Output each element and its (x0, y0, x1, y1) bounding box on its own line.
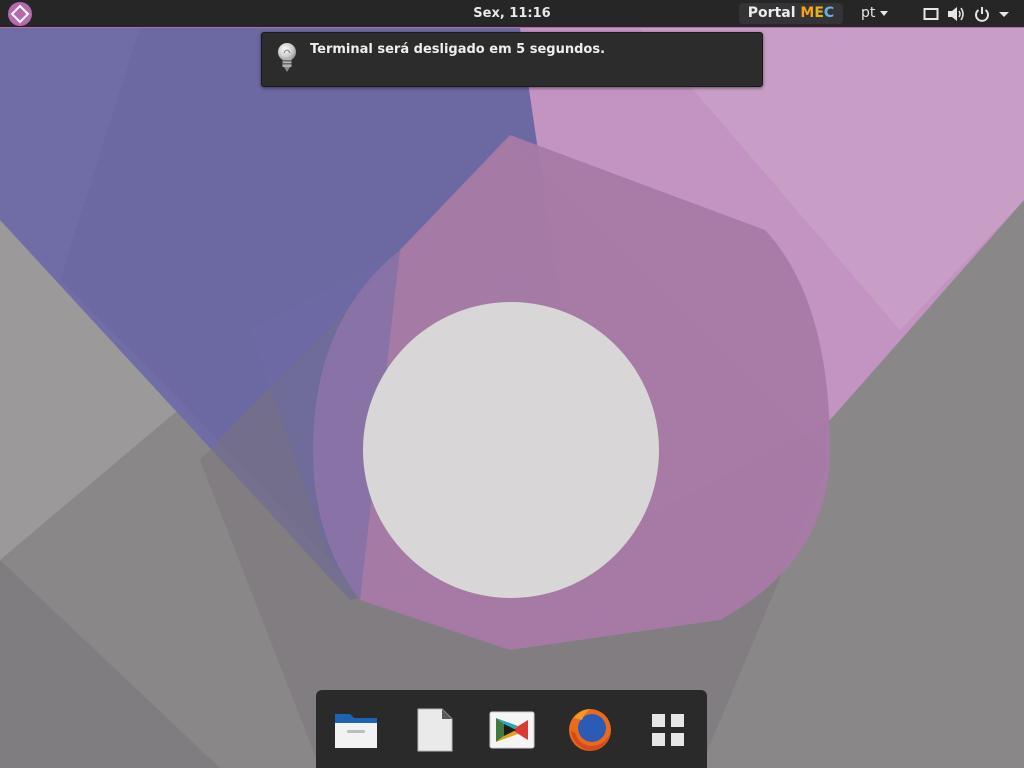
power-icon (975, 7, 989, 22)
play-store-launcher[interactable] (488, 706, 536, 754)
app-grid-icon (652, 714, 684, 746)
folder-icon (335, 714, 377, 748)
desktop: Sex, 11:16 Portal MEC pt Terminal será d… (0, 0, 1024, 768)
document-launcher[interactable] (410, 706, 458, 754)
volume-icon (948, 7, 964, 21)
portal-mec-button[interactable]: Portal MEC (739, 3, 843, 24)
files-launcher[interactable] (332, 706, 380, 754)
mec-letter-c: C (823, 5, 835, 21)
chevron-down-icon (880, 10, 889, 16)
lightbulb-icon (278, 43, 296, 72)
activities-button[interactable] (7, 1, 33, 27)
language-label: pt (861, 5, 876, 21)
notification-banner[interactable]: Terminal será desligado em 5 segundos. (261, 32, 763, 87)
top-panel: Sex, 11:16 Portal MEC pt (0, 0, 1024, 28)
play-store-icon (489, 711, 535, 749)
show-apps-button[interactable] (644, 706, 692, 754)
display-icon (923, 8, 939, 20)
language-selector[interactable]: pt (861, 0, 889, 27)
notification-text: Terminal será desligado em 5 segundos. (310, 42, 606, 57)
document-icon (417, 708, 453, 752)
system-menu[interactable] (920, 4, 1016, 24)
portal-label: Portal (747, 5, 801, 21)
firefox-icon (569, 709, 611, 751)
clock-button[interactable]: Sex, 11:16 (473, 6, 550, 21)
chevron-down-icon (999, 12, 1009, 17)
mec-letter-m: M (800, 5, 815, 21)
firefox-launcher[interactable] (566, 706, 614, 754)
activities-diamond-icon (8, 2, 32, 26)
dock (316, 690, 707, 768)
wallpaper (0, 0, 1024, 768)
mec-letter-e: E (814, 5, 824, 21)
